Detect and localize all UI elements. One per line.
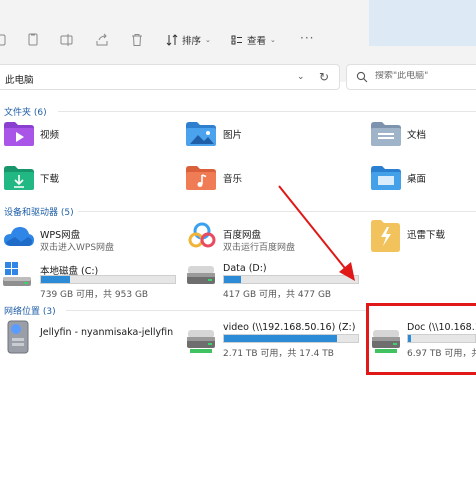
device-sub: 双击运行百度网盘 [223, 243, 296, 253]
sort-icon [166, 34, 178, 46]
section-divider [58, 111, 476, 112]
annotation-highlight-box [366, 303, 476, 375]
drive-size: 2.71 TB 可用，共 17.4 TB [223, 349, 334, 359]
device-label: WPS网盘 [40, 230, 81, 241]
section-header-network[interactable]: 网络位置 (3) [4, 304, 56, 317]
video-folder-icon [4, 122, 34, 146]
refresh-icon[interactable]: ↻ [319, 70, 329, 84]
desktop-folder-icon [371, 166, 401, 190]
sort-label: 排序 [182, 36, 202, 47]
section-divider [78, 211, 476, 212]
search-input[interactable] [375, 71, 475, 81]
wps-cloud-icon [3, 225, 35, 247]
section-header-devices[interactable]: 设备和驱动器 (5) [4, 205, 74, 218]
drive-size: 739 GB 可用，共 953 GB [40, 290, 149, 300]
view-icon [231, 34, 243, 46]
chevron-down-icon: ⌄ [205, 36, 211, 44]
delete-icon[interactable] [130, 33, 144, 47]
folder-label: 音乐 [223, 174, 243, 185]
address-bar[interactable]: 此电脑 ⌄ ↻ [0, 64, 340, 90]
selection-highlight [369, 0, 476, 46]
section-divider [66, 310, 366, 311]
documents-folder-icon [371, 122, 401, 146]
pictures-folder-icon [186, 122, 216, 146]
drive-usage-bar [223, 334, 359, 343]
folder-label: 图片 [223, 130, 243, 141]
address-path: 此电脑 [5, 75, 34, 86]
windows-drive-icon [2, 260, 32, 288]
rename-icon[interactable] [60, 33, 74, 47]
baidu-cloud-icon [188, 221, 216, 249]
music-folder-icon [186, 166, 216, 190]
drive-size: 417 GB 可用，共 477 GB [223, 290, 332, 300]
jellyfin-icon [5, 320, 31, 354]
search-box[interactable] [346, 64, 476, 90]
device-sub: 双击进入WPS网盘 [40, 243, 115, 253]
sort-menu[interactable]: 排序 ⌄ [166, 33, 211, 47]
folder-label: 桌面 [407, 174, 427, 185]
hard-drive-icon [186, 264, 216, 288]
drive-label: Data (D:) [223, 263, 267, 274]
copy-icon[interactable] [26, 33, 40, 47]
drive-usage-bar [223, 275, 359, 284]
network-label: video (\\192.168.50.16) (Z:) [223, 322, 356, 333]
chevron-down-icon: ⌄ [270, 36, 276, 44]
chevron-down-icon[interactable]: ⌄ [297, 72, 305, 82]
network-label: Jellyfin - nyanmisaka-jellyfin [40, 327, 174, 338]
more-options-button[interactable]: ··· [300, 31, 314, 45]
search-icon [356, 71, 368, 83]
network-drive-icon [186, 328, 216, 356]
view-menu[interactable]: 查看 ⌄ [231, 33, 276, 47]
downloads-folder-icon [4, 166, 34, 190]
drive-usage-bar [40, 275, 176, 284]
device-label: 迅雷下载 [407, 230, 446, 241]
drive-usage-fill [41, 276, 71, 283]
device-label: 百度网盘 [223, 230, 262, 241]
view-label: 查看 [247, 36, 267, 47]
drive-usage-fill [224, 276, 242, 283]
folder-label: 文档 [407, 130, 427, 141]
folder-label: 视频 [40, 130, 60, 141]
drive-usage-fill [224, 335, 337, 342]
section-header-folders[interactable]: 文件夹 (6) [4, 105, 47, 118]
folder-label: 下载 [40, 174, 60, 185]
cut-icon[interactable] [0, 33, 8, 47]
share-icon[interactable] [95, 33, 109, 47]
thunder-download-icon [369, 219, 401, 253]
